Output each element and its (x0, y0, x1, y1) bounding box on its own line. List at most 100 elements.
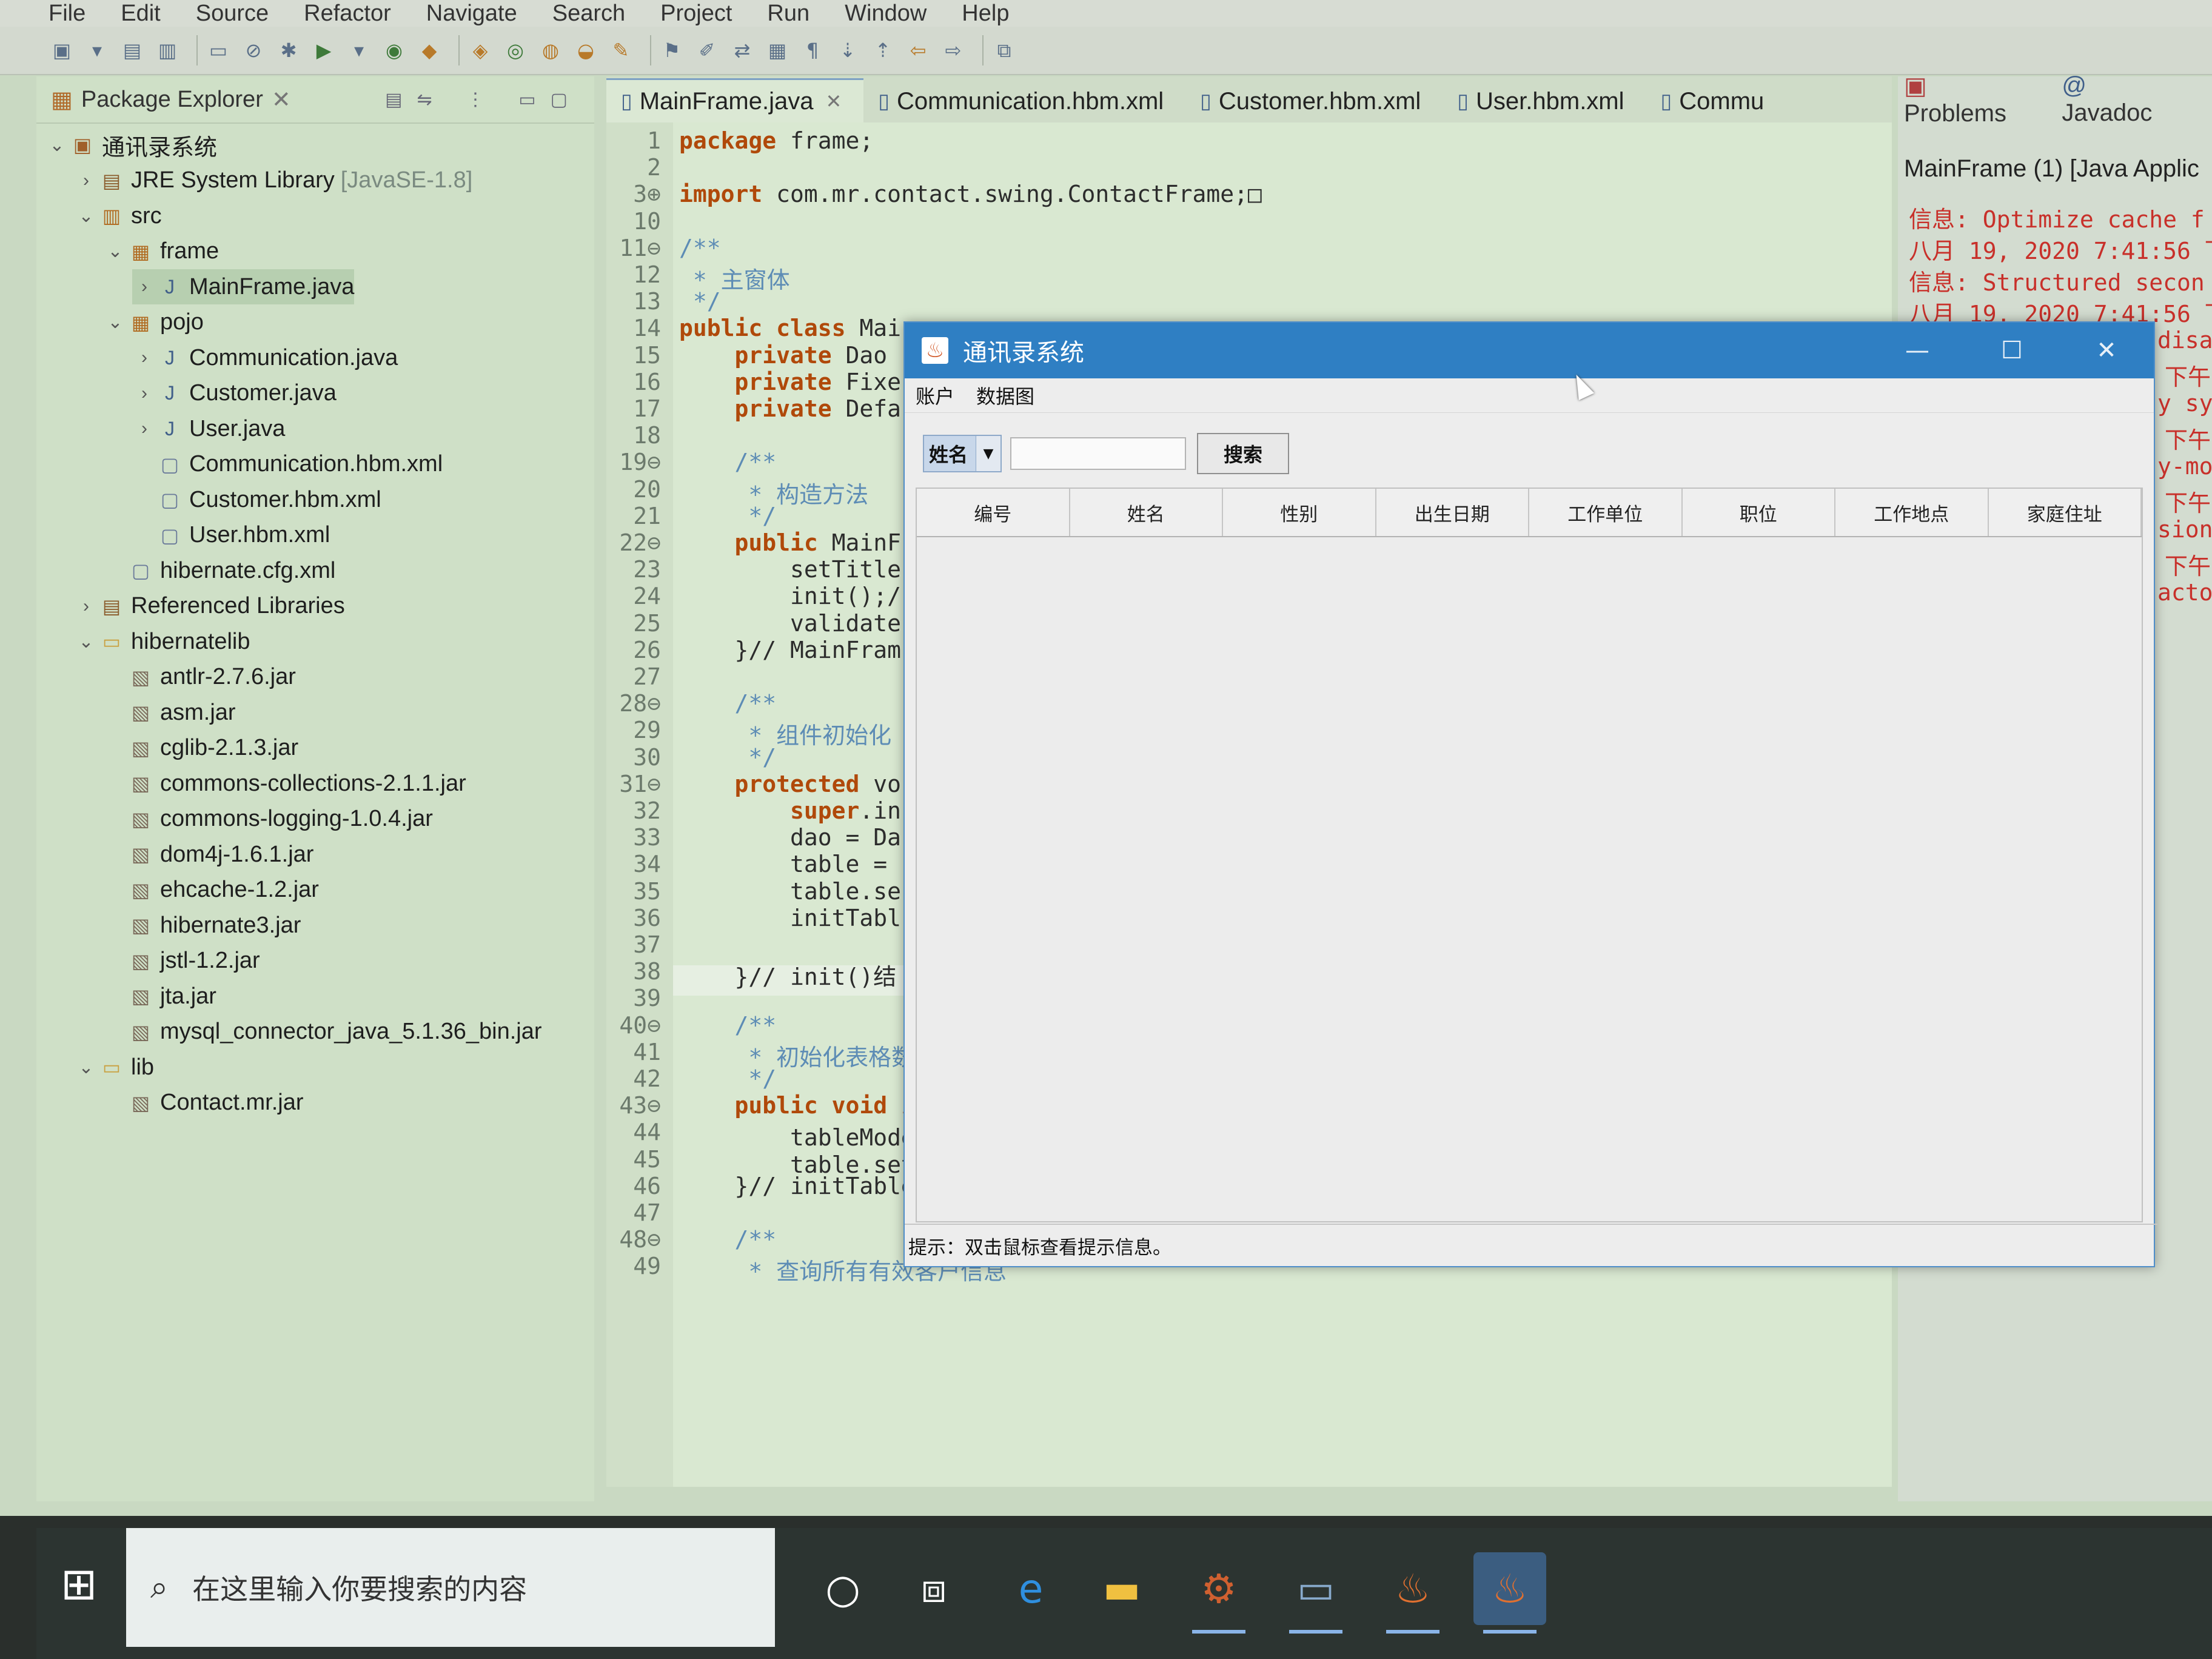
tree-item[interactable]: ⌄ ▦ frame (103, 234, 219, 269)
windows-start-icon[interactable]: ⊞ (61, 1558, 97, 1609)
tree-item[interactable]: ▧ commons-logging-1.0.4.jar (103, 802, 433, 837)
cortana-icon[interactable]: ○ (806, 1552, 879, 1625)
tree-item[interactable]: ▢ Communication.hbm.xml (132, 447, 443, 482)
menu-edit[interactable]: Edit (121, 1, 160, 27)
tree-item[interactable]: ▧ Contact.mr.jar (103, 1085, 304, 1121)
code-line[interactable]: /** (679, 449, 777, 475)
prev-annotation-icon[interactable]: ⇡ (870, 37, 896, 64)
dropdown-icon[interactable]: ▾ (346, 37, 372, 64)
code-line[interactable]: }// MainFram (679, 637, 902, 663)
file-explorer-icon[interactable]: ▬ (1085, 1552, 1158, 1625)
code-line[interactable]: */ (679, 1065, 776, 1092)
save-all-icon[interactable]: ▥ (154, 37, 181, 64)
close-icon[interactable]: ✕ (825, 90, 842, 113)
tree-item[interactable]: ▢ Customer.hbm.xml (132, 482, 381, 517)
column-header[interactable]: 编号 (917, 489, 1070, 536)
menu-source[interactable]: Source (196, 1, 269, 27)
code-line[interactable]: /** (679, 1012, 777, 1039)
menu-window[interactable]: Window (845, 1, 927, 27)
block-icon[interactable]: ▦ (764, 37, 791, 64)
tree-item[interactable]: ⌄ ▭ hibernatelib (74, 624, 250, 659)
code-line[interactable]: */ (679, 288, 721, 315)
maximize-icon[interactable]: ☐ (1965, 337, 2059, 364)
code-line[interactable]: /** (679, 690, 777, 717)
open-folder-icon[interactable]: ◒ (572, 37, 599, 64)
tree-item[interactable]: ▧ ehcache-1.2.jar (103, 873, 319, 908)
open-type-icon[interactable]: ◍ (537, 37, 564, 64)
close-icon[interactable]: ✕ (272, 86, 291, 113)
chevron-down-icon[interactable]: ⌄ (74, 631, 98, 652)
editor-tab[interactable]: ▯ User.hbm.xml (1443, 80, 1646, 122)
tree-item[interactable]: ⌄ ▭ lib (74, 1050, 154, 1085)
debug-icon[interactable]: ✱ (275, 37, 302, 64)
menu-navigate[interactable]: Navigate (426, 1, 517, 27)
code-line[interactable]: /** (679, 1226, 777, 1253)
contacts-table[interactable]: 编号 姓名 性别 出生日期 工作单位 职位 工作地点 家庭住址 (916, 488, 2143, 1222)
tree-item[interactable]: › J MainFrame.java (132, 269, 355, 304)
taskbar-search[interactable]: ⌕ 在这里输入你要搜索的内容 (126, 1528, 775, 1647)
column-header[interactable]: 工作地点 (1835, 489, 1989, 536)
java-app-active-icon[interactable]: ♨ (1473, 1552, 1546, 1634)
tree-item[interactable]: › ▤ Referenced Libraries (74, 589, 345, 624)
next-annotation-icon[interactable]: ⇣ (834, 37, 861, 64)
annotation-icon[interactable]: ⚑ (659, 37, 685, 64)
code-line[interactable]: package frame; (679, 127, 873, 154)
menu-refactor[interactable]: Refactor (304, 1, 391, 27)
code-line[interactable]: public class Mai (679, 315, 901, 341)
tree-item[interactable]: ⌄ ▥ src (74, 198, 161, 233)
minimize-icon[interactable]: — (1870, 337, 1965, 364)
tree-item[interactable]: ▧ dom4j-1.6.1.jar (103, 837, 314, 872)
view-toolbar[interactable]: ▤⇋ ⋮ ▭▢ (385, 89, 582, 110)
code-line[interactable]: */ (679, 503, 776, 529)
code-line[interactable]: table = (679, 851, 901, 877)
chevron-right-icon[interactable]: › (132, 418, 156, 439)
menu-run[interactable]: Run (767, 1, 809, 27)
tab-problems[interactable]: ▣ Problems (1904, 72, 2037, 127)
tree-item[interactable]: ⌄ ▣ 通讯录系统 (45, 127, 217, 163)
column-header[interactable]: 姓名 (1070, 489, 1223, 536)
task-view-icon[interactable]: ⧈ (897, 1552, 970, 1625)
chevron-down-icon[interactable]: ⌄ (74, 206, 98, 227)
close-icon[interactable]: ✕ (2059, 337, 2154, 364)
editor-tab[interactable]: ▯ Commu (1646, 80, 1786, 122)
menu-search[interactable]: Search (552, 1, 625, 27)
chevron-down-icon[interactable]: ⌄ (103, 241, 127, 262)
code-line[interactable]: /** (679, 235, 721, 261)
terminal-app-icon[interactable]: ▭ (1279, 1552, 1352, 1634)
chevron-right-icon[interactable]: › (132, 276, 156, 297)
forward-icon[interactable]: ⇨ (940, 37, 967, 64)
settings-app-icon[interactable]: ⚙ (1182, 1552, 1255, 1634)
menu-help[interactable]: Help (962, 1, 1009, 27)
code-line[interactable]: table.se (679, 878, 901, 905)
window-titlebar[interactable]: ♨ 通讯录系统 — ☐ ✕ (905, 323, 2154, 378)
tree-item[interactable]: ▧ asm.jar (103, 695, 236, 730)
tree-item[interactable]: ▧ jta.jar (103, 979, 216, 1014)
code-line[interactable]: dao = Da (679, 824, 901, 851)
code-line[interactable]: private Dao (679, 342, 888, 369)
editor-tab[interactable]: ▯ Communication.hbm.xml (863, 80, 1185, 122)
back-icon[interactable]: ⇦ (905, 37, 931, 64)
code-line[interactable]: setTitle (679, 556, 901, 583)
menu-account[interactable]: 账户 (916, 381, 954, 409)
code-line[interactable]: init();/ (679, 583, 901, 609)
chevron-down-icon[interactable]: ⌄ (74, 1057, 98, 1078)
column-header[interactable]: 性别 (1223, 489, 1376, 536)
code-line[interactable]: initTabl (679, 905, 901, 931)
chevron-right-icon[interactable]: › (74, 170, 98, 191)
tree-item[interactable]: ⌄ ▦ pojo (103, 305, 203, 340)
toggle-icon[interactable]: ⇄ (729, 37, 756, 64)
chevron-down-icon[interactable]: ▼ (976, 436, 1000, 471)
chevron-right-icon[interactable]: › (74, 596, 98, 617)
column-header[interactable]: 家庭住址 (1988, 489, 2142, 536)
search-button[interactable]: 搜索 (1197, 433, 1289, 474)
tree-item[interactable]: ▧ cglib-2.1.3.jar (103, 731, 298, 766)
chevron-right-icon[interactable]: › (132, 383, 156, 404)
tree-item[interactable]: › J User.java (132, 411, 285, 446)
open-perspective-icon[interactable]: ⧉ (991, 37, 1017, 64)
code-line[interactable]: protected vo (679, 771, 902, 797)
package-explorer-header[interactable]: ▦ Package Explorer ✕ ▤⇋ ⋮ ▭▢ (36, 76, 594, 124)
new-icon[interactable]: ▣ (49, 37, 75, 64)
editor-tab[interactable]: ▯ MainFrame.java ✕ (606, 78, 864, 122)
tree-item[interactable]: › J Communication.java (132, 340, 398, 375)
tree-item[interactable]: ▧ commons-collections-2.1.1.jar (103, 766, 466, 801)
